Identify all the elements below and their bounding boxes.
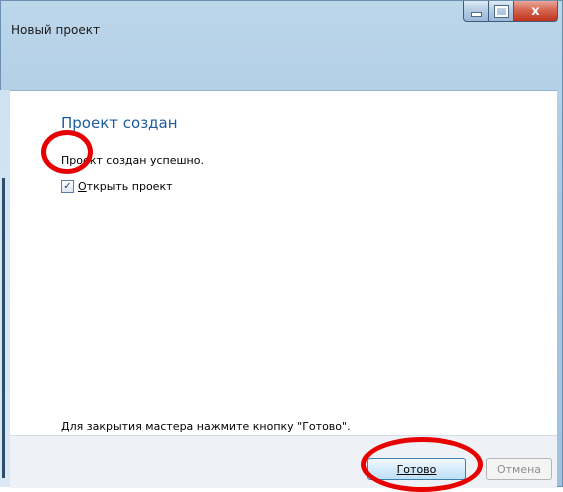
maximize-icon: [494, 5, 508, 17]
open-project-checkbox[interactable]: ✓: [61, 180, 74, 193]
maximize-button[interactable]: [489, 1, 514, 22]
left-edge: [0, 90, 10, 487]
open-project-label-text: ткрыть проект: [86, 180, 173, 193]
minimize-button[interactable]: [463, 1, 489, 22]
button-bar: Готово Отмена: [10, 435, 557, 488]
cancel-button-label: Отмена: [496, 462, 542, 476]
caption-buttons: x: [463, 1, 558, 23]
done-button-label: Готово: [396, 462, 437, 476]
close-icon: x: [531, 3, 540, 19]
close-button[interactable]: x: [514, 1, 558, 22]
finish-hint: Для закрытия мастера нажмите кнопку "Гот…: [61, 420, 351, 433]
open-project-label[interactable]: Открыть проект: [78, 180, 173, 193]
done-button[interactable]: Готово: [367, 458, 466, 480]
title-bar[interactable]: Новый проект x: [1, 1, 563, 37]
background-window-edge: [2, 178, 5, 478]
open-project-label-accelerator: О: [78, 180, 87, 193]
wizard-page: Проект создан Проект создан успешно. ✓ О…: [10, 90, 557, 435]
checkmark-icon: ✓: [63, 181, 72, 192]
window-title: Новый проект: [11, 23, 100, 37]
minimize-icon: [470, 11, 482, 17]
page-heading: Проект создан: [61, 114, 178, 132]
success-message: Проект создан успешно.: [61, 154, 204, 167]
cancel-button[interactable]: Отмена: [486, 458, 552, 480]
open-project-option[interactable]: ✓ Открыть проект: [61, 180, 173, 193]
